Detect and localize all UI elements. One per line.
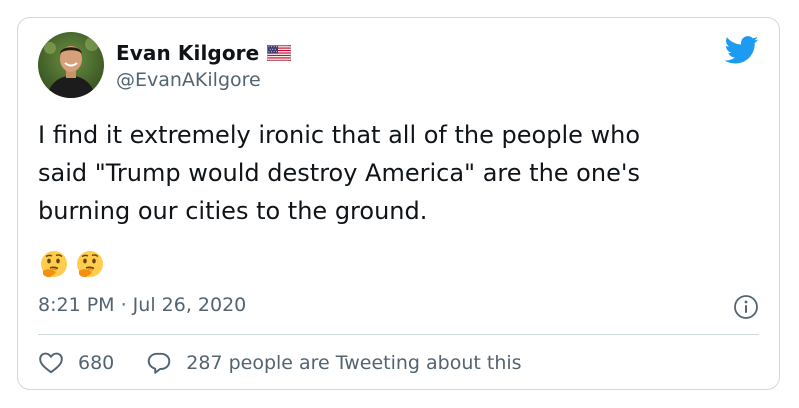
author-display-name[interactable]: Evan Kilgore [116, 41, 259, 65]
twitter-bird-icon[interactable] [725, 36, 759, 64]
speech-bubble-icon [147, 352, 171, 374]
tweet-body-text: I find it extremely ironic that all of t… [38, 121, 641, 225]
thinking-face-emoji [41, 251, 67, 278]
thinking-face-emoji [77, 251, 103, 278]
info-icon[interactable] [733, 294, 759, 320]
tweet-card: Evan Kilgore @EvanAKilgore I find it ext… [17, 17, 780, 390]
tweet-timestamp[interactable]: 8:21 PM · Jul 26, 2020 [38, 294, 246, 316]
conversation-label: 287 people are Tweeting about this [186, 352, 522, 374]
conversation-link[interactable]: 287 people are Tweeting about this [146, 350, 522, 376]
like-button[interactable]: 680 [38, 350, 114, 376]
author-name-row[interactable]: Evan Kilgore [116, 40, 292, 66]
emoji-row [38, 249, 106, 281]
like-count: 680 [78, 352, 115, 374]
avatar[interactable] [38, 32, 104, 98]
heart-icon [39, 352, 63, 374]
tweet-actions: 680 287 people are Tweeting about this [38, 348, 522, 378]
author-handle[interactable]: @EvanAKilgore [116, 69, 261, 91]
divider [38, 334, 759, 335]
us-flag-icon [267, 45, 292, 61]
